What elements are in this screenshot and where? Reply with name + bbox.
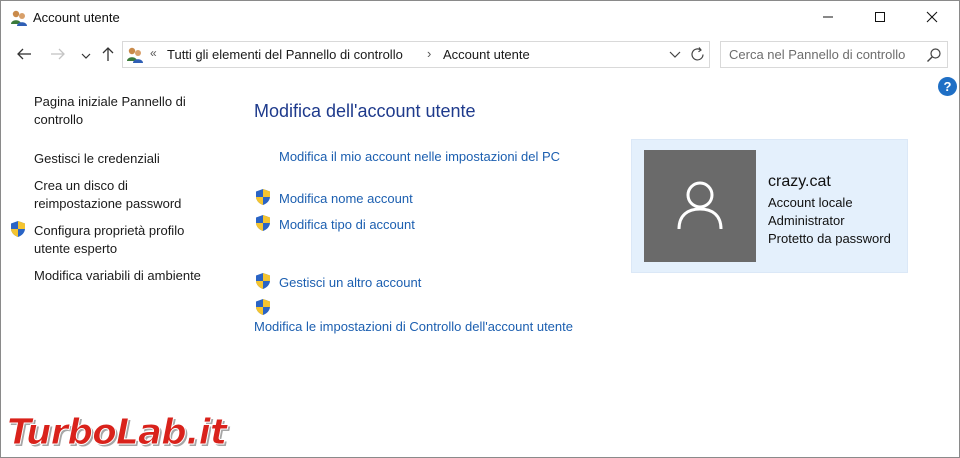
chevron-down-icon xyxy=(81,48,91,63)
maximize-button[interactable] xyxy=(857,1,903,35)
up-button[interactable] xyxy=(97,43,119,67)
navigation-bar: « Tutti gli elementi del Pannello di con… xyxy=(1,39,959,71)
sidebar-item-environment-variables[interactable]: Modifica variabili di ambiente xyxy=(34,267,201,285)
search-input[interactable] xyxy=(721,42,921,67)
address-bar[interactable]: « Tutti gli elementi del Pannello di con… xyxy=(122,41,710,68)
minimize-icon xyxy=(822,11,834,26)
breadcrumb-all-items[interactable]: Tutti gli elementi del Pannello di contr… xyxy=(167,47,403,62)
back-button[interactable] xyxy=(13,43,35,67)
user-silhouette-icon xyxy=(676,179,724,234)
task-change-account-type[interactable]: Modifica tipo di account xyxy=(279,217,415,232)
task-uac-settings[interactable]: Modifica le impostazioni di Controllo de… xyxy=(254,319,573,334)
task-change-account-name[interactable]: Modifica nome account xyxy=(279,191,413,206)
uac-shield-icon xyxy=(254,298,272,316)
user-accounts-icon xyxy=(126,46,144,64)
sidebar-item-manage-credentials[interactable]: Gestisci le credenziali xyxy=(34,150,160,168)
uac-shield-icon xyxy=(254,188,272,206)
account-card: crazy.cat Account locale Administrator P… xyxy=(631,139,908,273)
page-title: Modifica dell'account utente xyxy=(254,101,476,121)
watermark-text: TurboLab.it xyxy=(7,412,228,454)
account-name: crazy.cat xyxy=(768,173,831,190)
close-icon xyxy=(926,11,938,26)
help-button[interactable]: ? xyxy=(938,77,957,96)
sidebar-item-control-panel-home[interactable]: Pagina iniziale Pannello di controllo xyxy=(34,93,204,129)
minimize-button[interactable] xyxy=(805,1,851,35)
sidebar-item-advanced-profile-properties[interactable]: Configura proprietà profilo utente esper… xyxy=(34,222,214,258)
title-bar: Account utente xyxy=(1,1,959,35)
chevron-down-icon[interactable] xyxy=(668,47,682,61)
sidebar-item-password-reset-disk[interactable]: Crea un disco di reimpostazione password xyxy=(34,177,214,213)
recent-locations-button[interactable] xyxy=(75,43,97,67)
control-panel-window: Account utente « Tutti gli elementi del … xyxy=(0,0,960,458)
maximize-icon xyxy=(874,11,886,26)
account-password-status: Protetto da password xyxy=(768,231,891,246)
search-icon[interactable] xyxy=(926,47,942,63)
breadcrumb-separator[interactable]: › xyxy=(427,46,431,61)
account-type: Account locale xyxy=(768,195,853,210)
search-box[interactable] xyxy=(720,41,948,68)
avatar xyxy=(644,150,756,262)
watermark-logo: TurboLab.it xyxy=(7,411,228,455)
uac-shield-icon xyxy=(9,220,27,238)
account-role: Administrator xyxy=(768,213,845,228)
user-accounts-icon xyxy=(10,9,28,27)
task-change-account-pc-settings[interactable]: Modifica il mio account nelle impostazio… xyxy=(279,149,560,164)
uac-shield-icon xyxy=(254,214,272,232)
breadcrumb-overflow[interactable]: « xyxy=(150,46,157,60)
forward-arrow-icon xyxy=(50,47,66,64)
window-title: Account utente xyxy=(33,10,120,25)
close-button[interactable] xyxy=(909,1,955,35)
back-arrow-icon xyxy=(16,47,32,64)
forward-button[interactable] xyxy=(47,43,69,67)
uac-shield-icon xyxy=(254,272,272,290)
task-manage-another-account[interactable]: Gestisci un altro account xyxy=(279,275,421,290)
refresh-icon[interactable] xyxy=(690,46,706,63)
breadcrumb-user-accounts[interactable]: Account utente xyxy=(443,47,530,62)
up-arrow-icon xyxy=(101,46,115,65)
